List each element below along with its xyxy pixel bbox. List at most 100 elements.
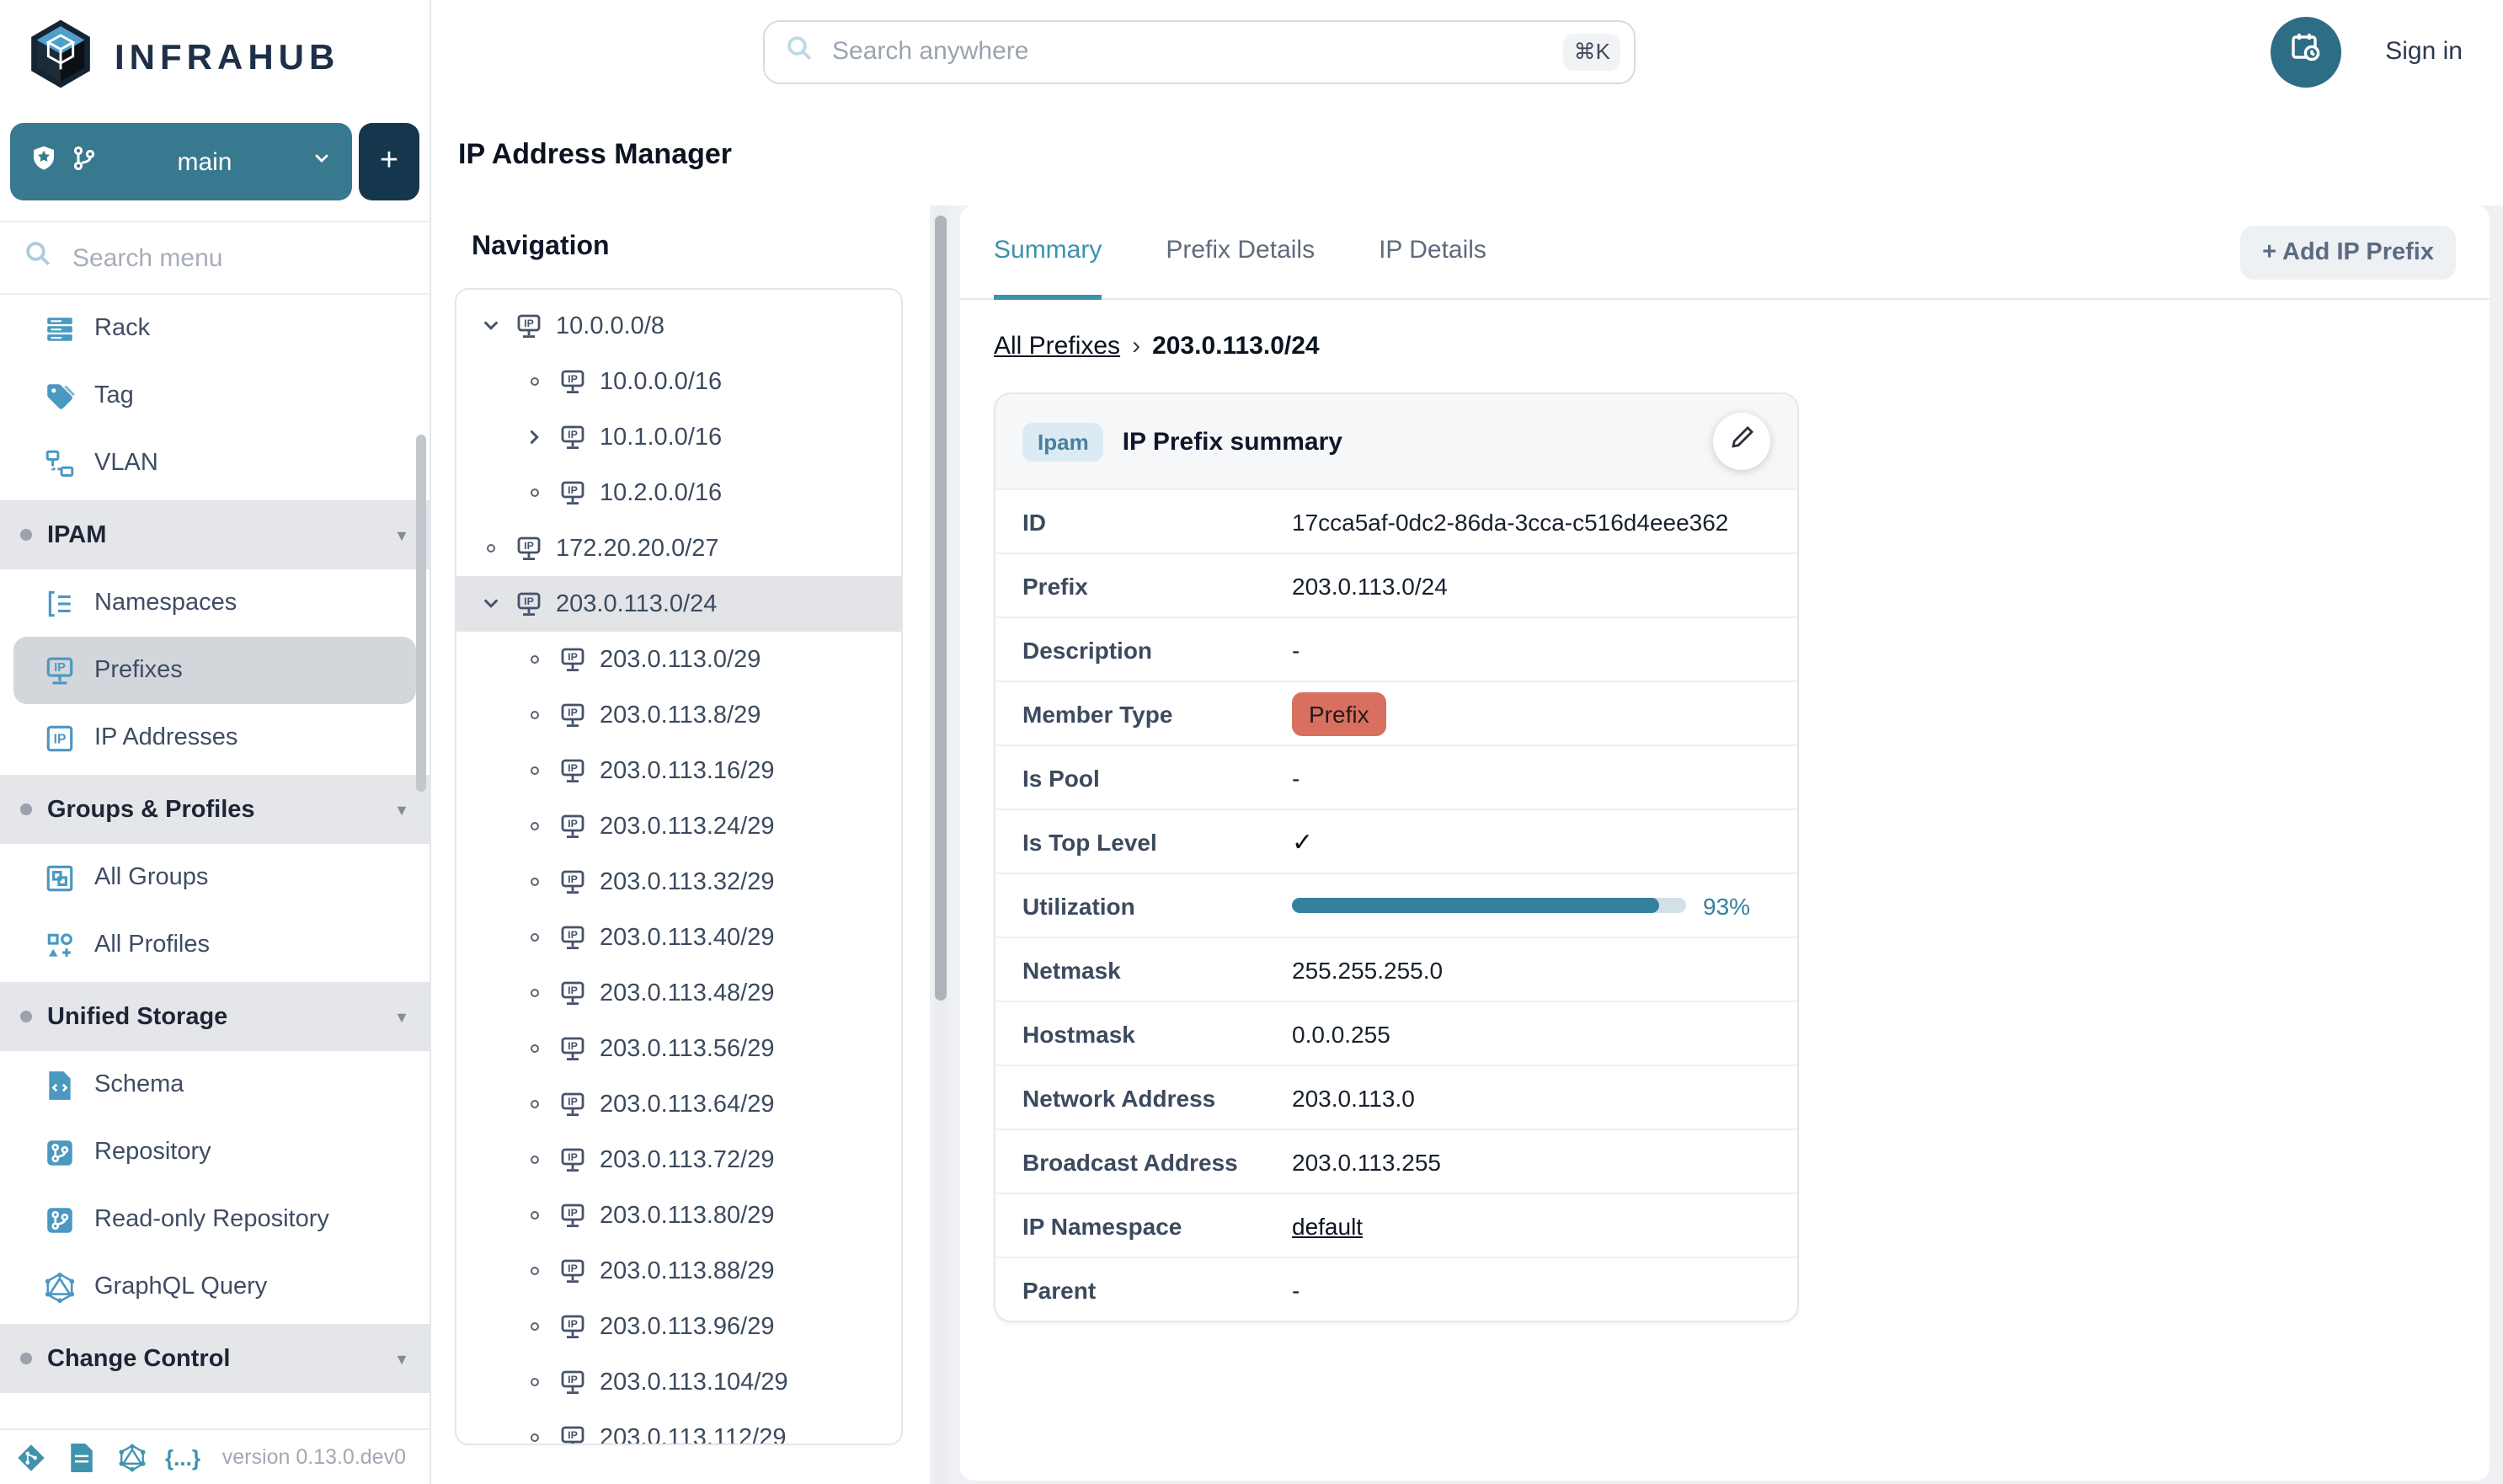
leaf-dot-icon[interactable] <box>524 1100 546 1108</box>
leaf-dot-icon[interactable] <box>524 488 546 497</box>
edit-button[interactable] <box>1713 413 1770 470</box>
rack-icon <box>44 312 76 344</box>
tree-item-10-1-0-0-16[interactable]: IP10.1.0.0/16 <box>456 409 901 465</box>
namespace-link[interactable]: default <box>1292 1212 1363 1239</box>
sidebar-section-groups-profiles[interactable]: Groups & Profiles▼ <box>0 775 430 844</box>
leaf-dot-icon[interactable] <box>524 1044 546 1053</box>
add-ip-prefix-button[interactable]: + Add IP Prefix <box>2240 225 2456 279</box>
sidebar-item-read-only-repository[interactable]: Read-only Repository <box>0 1186 430 1253</box>
tree-item-203-0-113-0-24[interactable]: IP203.0.113.0/24 <box>456 576 901 632</box>
ip-network-icon: IP <box>559 424 586 451</box>
leaf-dot-icon[interactable] <box>524 1378 546 1386</box>
tree-item-203-0-113-8-29[interactable]: IP203.0.113.8/29 <box>456 687 901 743</box>
summary-table: ID17cca5af-0dc2-86da-3cca-c516d4eee362Pr… <box>995 488 1797 1321</box>
add-branch-button[interactable]: + <box>359 123 419 200</box>
document-icon[interactable] <box>67 1443 96 1471</box>
sidebar-item-repository[interactable]: Repository <box>0 1118 430 1186</box>
chevron-down-icon[interactable] <box>480 595 502 613</box>
tree-item-203-0-113-40-29[interactable]: IP203.0.113.40/29 <box>456 910 901 965</box>
git-icon[interactable] <box>17 1443 45 1471</box>
sidebar-scrollbar[interactable] <box>416 435 426 792</box>
sidebar-section-unified-storage[interactable]: Unified Storage▼ <box>0 982 430 1051</box>
tree-item-203-0-113-16-29[interactable]: IP203.0.113.16/29 <box>456 743 901 798</box>
sidebar-item-vlan[interactable]: VLAN <box>0 430 430 497</box>
tree-item-label: 203.0.113.16/29 <box>600 757 775 784</box>
svg-text:IP: IP <box>568 1317 578 1329</box>
leaf-dot-icon[interactable] <box>524 1433 546 1442</box>
tree-item-10-0-0-0-16[interactable]: IP10.0.0.0/16 <box>456 354 901 409</box>
tree-item-label: 203.0.113.112/29 <box>600 1424 786 1445</box>
sidebar-item-rack[interactable]: Rack <box>0 295 430 362</box>
brand-logo[interactable]: INFRAHUB <box>0 0 430 109</box>
shield-icon <box>30 144 57 179</box>
tree-item-172-20-20-0-27[interactable]: IP172.20.20.0/27 <box>456 520 901 576</box>
tree-item-203-0-113-64-29[interactable]: IP203.0.113.64/29 <box>456 1076 901 1132</box>
global-search-input[interactable] <box>829 35 1549 67</box>
global-search[interactable]: ⌘K <box>763 19 1636 83</box>
sidebar-section-change-control[interactable]: Change Control▼ <box>0 1324 430 1393</box>
sidebar-section-ipam[interactable]: IPAM▼ <box>0 500 430 569</box>
branch-name: main <box>111 147 298 176</box>
sidebar-item-prefixes[interactable]: IPPrefixes <box>13 637 416 704</box>
sidebar-item-schema[interactable]: Schema <box>0 1051 430 1118</box>
leaf-dot-icon[interactable] <box>524 1322 546 1331</box>
navigation-scrollbar-thumb[interactable] <box>935 216 947 1001</box>
app-window: INFRAHUB main + RackTag <box>0 0 2503 1484</box>
leaf-dot-icon[interactable] <box>524 1211 546 1220</box>
leaf-dot-icon[interactable] <box>524 822 546 830</box>
breadcrumb-all-prefixes-link[interactable]: All Prefixes <box>994 332 1120 360</box>
navigation-scrollbar[interactable] <box>933 206 948 1484</box>
graphql-icon[interactable] <box>118 1443 147 1471</box>
tree-item-203-0-113-0-29[interactable]: IP203.0.113.0/29 <box>456 632 901 687</box>
summary-row-id: ID17cca5af-0dc2-86da-3cca-c516d4eee362 <box>995 488 1797 552</box>
row-value: - <box>1292 636 1300 663</box>
tree-item-203-0-113-72-29[interactable]: IP203.0.113.72/29 <box>456 1132 901 1188</box>
tree-item-203-0-113-88-29[interactable]: IP203.0.113.88/29 <box>456 1243 901 1299</box>
tree-item-203-0-113-56-29[interactable]: IP203.0.113.56/29 <box>456 1021 901 1076</box>
chevron-right-icon[interactable] <box>524 428 546 446</box>
leaf-dot-icon[interactable] <box>524 711 546 719</box>
leaf-dot-icon[interactable] <box>480 544 502 552</box>
summary-row-parent: Parent- <box>995 1257 1797 1321</box>
tree-item-203-0-113-96-29[interactable]: IP203.0.113.96/29 <box>456 1299 901 1354</box>
sidebar-item-graphql-query[interactable]: GraphQL Query <box>0 1253 430 1321</box>
sidebar-item-all-groups[interactable]: All Groups <box>0 844 430 911</box>
tree-item-203-0-113-32-29[interactable]: IP203.0.113.32/29 <box>456 854 901 910</box>
tab-summary[interactable]: Summary <box>994 206 1102 300</box>
leaf-dot-icon[interactable] <box>524 989 546 997</box>
sidebar-item-label: IP Addresses <box>94 724 237 751</box>
sidebar-item-ip-addresses[interactable]: IPIP Addresses <box>0 704 430 771</box>
tab-prefix-details[interactable]: Prefix Details <box>1166 206 1315 300</box>
tree-item-203-0-113-80-29[interactable]: IP203.0.113.80/29 <box>456 1188 901 1243</box>
branch-selector[interactable]: main <box>10 123 352 200</box>
tree-item-203-0-113-24-29[interactable]: IP203.0.113.24/29 <box>456 798 901 854</box>
sidebar-item-label: GraphQL Query <box>94 1273 267 1300</box>
tree-item-label: 203.0.113.56/29 <box>600 1035 775 1062</box>
sidebar-search-input[interactable] <box>69 242 406 274</box>
leaf-dot-icon[interactable] <box>524 878 546 886</box>
tree-item-10-2-0-0-16[interactable]: IP10.2.0.0/16 <box>456 465 901 520</box>
leaf-dot-icon[interactable] <box>524 655 546 664</box>
chevron-down-icon[interactable] <box>480 317 502 335</box>
row-value: 17cca5af-0dc2-86da-3cca-c516d4eee362 <box>1292 508 1728 535</box>
leaf-dot-icon[interactable] <box>524 1156 546 1164</box>
sidebar-item-tag[interactable]: Tag <box>0 362 430 430</box>
sidebar-item-all-profiles[interactable]: All Profiles <box>0 911 430 979</box>
svg-text:IP: IP <box>568 1373 578 1385</box>
sidebar-item-label: Repository <box>94 1139 211 1166</box>
tab-ip-details[interactable]: IP Details <box>1379 206 1486 300</box>
page-title-bar: IP Address Manager <box>431 103 2503 206</box>
leaf-dot-icon[interactable] <box>524 766 546 775</box>
schedule-avatar-button[interactable] <box>2271 16 2341 87</box>
row-label: Is Top Level <box>1022 828 1292 855</box>
sidebar-item-namespaces[interactable]: Namespaces <box>0 569 430 637</box>
sign-in-button[interactable]: Sign in <box>2385 37 2463 66</box>
leaf-dot-icon[interactable] <box>524 933 546 942</box>
leaf-dot-icon[interactable] <box>524 377 546 386</box>
tree-item-203-0-113-112-29[interactable]: IP203.0.113.112/29 <box>456 1410 901 1445</box>
tree-item-203-0-113-48-29[interactable]: IP203.0.113.48/29 <box>456 965 901 1021</box>
braces-icon[interactable]: {...} <box>168 1443 197 1471</box>
leaf-dot-icon[interactable] <box>524 1267 546 1275</box>
tree-item-10-0-0-0-8[interactable]: IP10.0.0.0/8 <box>456 298 901 354</box>
tree-item-203-0-113-104-29[interactable]: IP203.0.113.104/29 <box>456 1354 901 1410</box>
